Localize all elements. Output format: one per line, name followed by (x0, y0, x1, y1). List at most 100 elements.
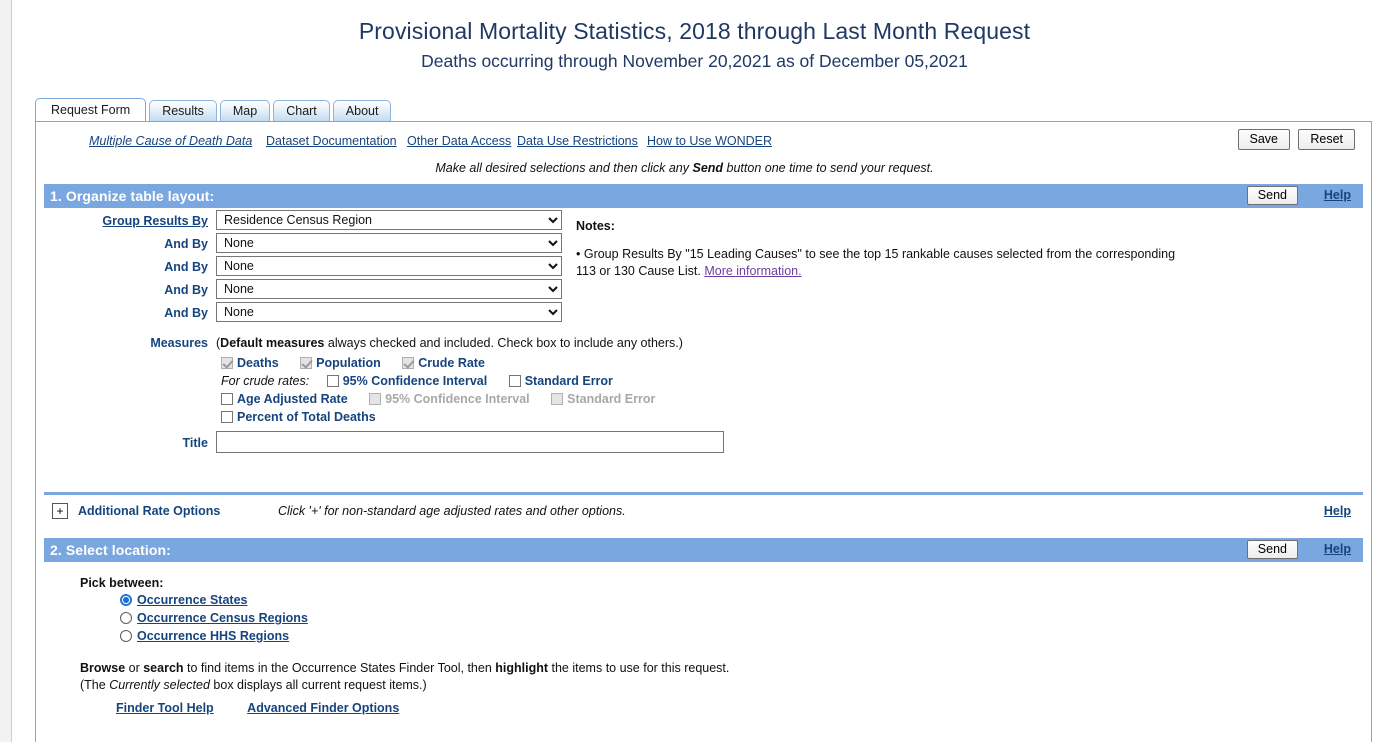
measures-note-bold: Default measures (220, 336, 325, 350)
notes-body-text: • Group Results By "15 Leading Causes" t… (576, 247, 1176, 278)
group-results-by-select-2[interactable]: None (216, 233, 562, 253)
page-title: Provisional Mortality Statistics, 2018 t… (358, 18, 1031, 44)
additional-rate-options-hint: Click '+' for non-standard age adjusted … (278, 504, 626, 518)
tab-bar: Request Form Results Map Chart About (35, 98, 394, 121)
group-results-by-select-3[interactable]: None (216, 256, 562, 276)
radio-occurrence-hhs-regions[interactable] (120, 630, 132, 642)
browse-text-3: the items to use for this request. (548, 661, 730, 675)
finder-tool-help-link[interactable]: Finder Tool Help (116, 701, 214, 715)
for-crude-rates-label: For crude rates: (221, 374, 310, 388)
label-age-adjusted-standard-error: Standard Error (567, 392, 656, 406)
and-by-label-1: And By (164, 237, 208, 251)
browse-line2-b: box displays all current request items.) (209, 678, 427, 692)
and-by-label-3: And By (164, 283, 208, 297)
additional-rate-options-label: Additional Rate Options (78, 504, 221, 518)
instruction-send-word: Send (692, 161, 724, 175)
instruction-before: Make all desired selections and then cli… (435, 161, 693, 175)
measures-note-rest: always checked and included. Check box t… (324, 336, 683, 350)
link-multiple-cause-of-death-data[interactable]: Multiple Cause of Death Data (89, 134, 252, 148)
title-field-label: Title (182, 436, 208, 450)
advanced-finder-options-link[interactable]: Advanced Finder Options (247, 701, 399, 715)
request-form-panel: Multiple Cause of Death Data Dataset Doc… (35, 121, 1372, 742)
reset-button[interactable]: Reset (1298, 129, 1355, 150)
tab-chart[interactable]: Chart (273, 100, 330, 121)
browse-line2-italic: Currently selected (109, 678, 210, 692)
link-how-to-use-wonder[interactable]: How to Use WONDER (647, 134, 772, 148)
radio-occurrence-census-regions[interactable] (120, 612, 132, 624)
group-results-by-select-1[interactable]: Residence Census Region (216, 210, 562, 230)
measures-note: (Default measures always checked and inc… (216, 336, 683, 350)
expand-plus-button[interactable]: + (52, 503, 68, 519)
section1-send-button[interactable]: Send (1246, 186, 1298, 205)
instruction-after: button one time to send your request. (723, 161, 934, 175)
more-information-link[interactable]: More information. (704, 264, 801, 278)
radio-occurrence-states[interactable] (120, 594, 132, 606)
pick-between-label: Pick between: (80, 576, 164, 590)
browse-text-2: to find items in the Occurrence States F… (183, 661, 496, 675)
label-percent-of-total-deaths: Percent of Total Deaths (237, 410, 376, 424)
notes-block: Notes: • Group Results By "15 Leading Ca… (576, 218, 1186, 280)
browse-instructions: Browse or search to find items in the Oc… (80, 660, 1371, 694)
browse-line2-a: (The (80, 678, 110, 692)
default-measures-row: Deaths Population Crude Rate (221, 356, 503, 370)
checkbox-deaths (221, 357, 233, 369)
label-crude-confidence-interval: 95% Confidence Interval (342, 374, 488, 388)
radio-row-occurrence-hhs-regions[interactable]: Occurrence HHS Regions (120, 628, 1371, 644)
label-deaths: Deaths (237, 356, 279, 370)
group-results-by-select-4[interactable]: None (216, 279, 562, 299)
section2-title: 2. Select location: (50, 542, 171, 558)
link-other-data-access[interactable]: Other Data Access (407, 134, 511, 148)
label-occurrence-census-regions[interactable]: Occurrence Census Regions (137, 611, 308, 625)
section1-help-link[interactable]: Help (1324, 188, 1351, 202)
section1-body: Group Results By Residence Census Region… (36, 208, 1371, 492)
page-title-block: Provisional Mortality Statistics, 2018 t… (12, 0, 1377, 73)
crude-rate-options-row: For crude rates: 95% Confidence Interval… (221, 374, 631, 388)
radio-row-occurrence-states[interactable]: Occurrence States (120, 592, 1371, 608)
tab-request-form[interactable]: Request Form (35, 98, 147, 121)
checkbox-population (300, 357, 313, 369)
checkbox-age-adjusted-confidence-interval (369, 393, 382, 405)
label-occurrence-hhs-regions[interactable]: Occurrence HHS Regions (137, 629, 289, 643)
section1-title: 1. Organize table layout: (50, 188, 215, 204)
checkbox-age-adjusted-standard-error (551, 393, 564, 405)
section2-send-wrap: Send (1246, 540, 1298, 559)
title-input[interactable] (216, 431, 724, 453)
and-by-label-4: And By (164, 306, 208, 320)
tab-about[interactable]: About (332, 100, 392, 121)
finder-links: Finder Tool Help Advanced Finder Options (116, 701, 1371, 715)
age-adjusted-row: Age Adjusted Rate 95% Confidence Interva… (221, 392, 673, 406)
section2-header: 2. Select location: Send Help (44, 538, 1363, 562)
label-age-adjusted-rate: Age Adjusted Rate (237, 392, 348, 406)
save-button[interactable]: Save (1237, 129, 1290, 150)
toolbar: Multiple Cause of Death Data Dataset Doc… (36, 122, 1371, 160)
additional-rate-options-help-link[interactable]: Help (1324, 504, 1351, 518)
checkbox-crude-standard-error[interactable] (508, 375, 521, 387)
browse-line-1: Browse or search to find items in the Oc… (80, 660, 1371, 677)
tab-results[interactable]: Results (149, 100, 217, 121)
section1-header: 1. Organize table layout: Send Help (44, 184, 1363, 208)
browse-text-1: or (125, 661, 144, 675)
section2-help-link[interactable]: Help (1324, 542, 1351, 556)
radio-row-occurrence-census-regions[interactable]: Occurrence Census Regions (120, 610, 1371, 626)
checkbox-crude-rate (402, 357, 415, 369)
tab-map[interactable]: Map (219, 100, 271, 121)
checkbox-percent-of-total-deaths[interactable] (221, 411, 233, 423)
label-crude-standard-error: Standard Error (524, 374, 613, 388)
notes-body: • Group Results By "15 Leading Causes" t… (576, 246, 1186, 280)
page-sheet: Provisional Mortality Statistics, 2018 t… (11, 0, 1377, 742)
checkbox-age-adjusted-rate[interactable] (221, 393, 233, 405)
additional-rate-options-row: + Additional Rate Options Click '+' for … (44, 495, 1363, 529)
link-dataset-documentation[interactable]: Dataset Documentation (266, 134, 397, 148)
browse-word-browse: Browse (80, 661, 126, 675)
checkbox-crude-confidence-interval[interactable] (326, 375, 339, 387)
label-occurrence-states[interactable]: Occurrence States (137, 593, 247, 607)
page-subtitle: Deaths occurring through November 20,202… (421, 51, 968, 71)
section1-send-wrap: Send (1246, 186, 1298, 205)
browse-line-2: (The Currently selected box displays all… (80, 677, 1371, 694)
group-results-by-select-5[interactable]: None (216, 302, 562, 322)
link-data-use-restrictions[interactable]: Data Use Restrictions (517, 134, 638, 148)
form-instruction: Make all desired selections and then cli… (36, 161, 1371, 175)
section2-body: Pick between: Occurrence States Occurren… (36, 562, 1371, 715)
group-results-by-label[interactable]: Group Results By (74, 214, 208, 228)
section2-send-button[interactable]: Send (1246, 540, 1298, 559)
